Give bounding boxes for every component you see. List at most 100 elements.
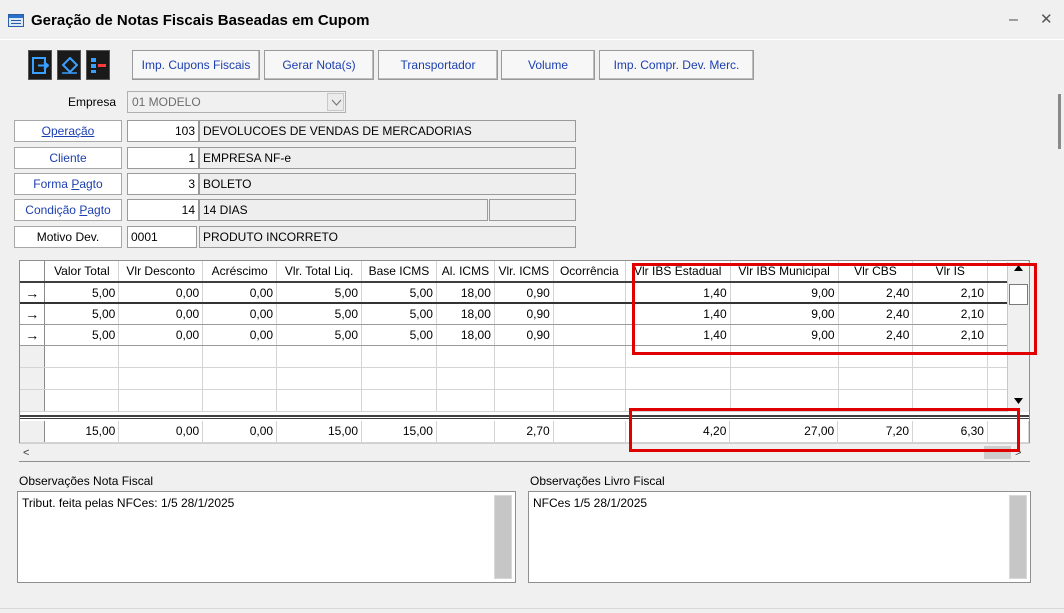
scroll-up-icon[interactable] bbox=[1014, 265, 1023, 271]
table-row[interactable]: → 5,00 0,00 0,00 5,00 5,00 18,00 0,90 1,… bbox=[20, 303, 1029, 325]
volume-button[interactable]: Volume bbox=[501, 50, 595, 80]
table-cell[interactable]: 1,40 bbox=[625, 324, 731, 346]
col-header-vlr-ibs-estadual[interactable]: Vlr IBS Estadual bbox=[625, 261, 731, 283]
col-header-al-icms[interactable]: Al. ICMS bbox=[436, 261, 495, 283]
items-grid[interactable]: Valor Total Vlr Desconto Acréscimo Vlr. … bbox=[19, 260, 1030, 462]
arrow-right-icon: → bbox=[25, 284, 40, 301]
table-cell[interactable]: 5,00 bbox=[44, 282, 120, 304]
total-vlr-ibs-municipal: 27,00 bbox=[729, 421, 839, 443]
scroll-thumb[interactable] bbox=[1009, 284, 1028, 305]
table-cell[interactable]: 5,00 bbox=[276, 282, 363, 304]
condicao-pagto-lookup-button[interactable]: Condição Pagto bbox=[14, 199, 122, 221]
table-cell[interactable]: 2,10 bbox=[912, 282, 989, 304]
table-cell[interactable]: 18,00 bbox=[436, 324, 495, 346]
table-cell[interactable]: 0,00 bbox=[202, 324, 278, 346]
operacao-lookup-button[interactable]: Operação bbox=[14, 120, 122, 142]
clear-button[interactable] bbox=[57, 50, 81, 80]
cliente-code-input[interactable]: 1 bbox=[127, 147, 199, 169]
scroll-down-icon[interactable] bbox=[1014, 398, 1023, 404]
table-row[interactable]: → 5,00 0,00 0,00 5,00 5,00 18,00 0,90 1,… bbox=[20, 282, 1029, 304]
total-valor-total: 15,00 bbox=[44, 421, 120, 443]
empresa-label: Empresa bbox=[68, 95, 117, 109]
table-cell[interactable]: 0,00 bbox=[118, 324, 204, 346]
grid-horizontal-scrollbar[interactable]: < > bbox=[19, 443, 1030, 461]
motivo-dev-label: Motivo Dev. bbox=[14, 226, 122, 248]
col-header-vlr-total-liq[interactable]: Vlr. Total Liq. bbox=[276, 261, 363, 283]
import-return-receipt-button[interactable]: Imp. Compr. Dev. Merc. bbox=[599, 50, 754, 80]
table-cell[interactable]: 5,00 bbox=[276, 303, 363, 325]
col-header-vlr-cbs[interactable]: Vlr CBS bbox=[838, 261, 914, 283]
table-cell[interactable] bbox=[553, 324, 626, 346]
table-cell[interactable]: 5,00 bbox=[361, 303, 437, 325]
close-button[interactable]: ✕ bbox=[1040, 10, 1053, 30]
grid-vertical-scrollbar[interactable] bbox=[1007, 262, 1029, 412]
condicao-pagto-extra bbox=[489, 199, 576, 221]
carrier-button[interactable]: Transportador bbox=[378, 50, 498, 80]
empty-row bbox=[20, 345, 1029, 368]
table-cell[interactable]: 18,00 bbox=[436, 282, 495, 304]
total-vlr-icms: 2,70 bbox=[494, 421, 554, 443]
col-header-valor-total[interactable]: Valor Total bbox=[44, 261, 120, 283]
options-button[interactable] bbox=[86, 50, 110, 80]
table-cell[interactable]: 0,00 bbox=[118, 303, 204, 325]
window-title: Geração de Notas Fiscais Baseadas em Cup… bbox=[31, 12, 370, 29]
table-cell[interactable]: 2,10 bbox=[912, 324, 989, 346]
table-cell[interactable]: 18,00 bbox=[436, 303, 495, 325]
table-cell[interactable]: 2,40 bbox=[838, 324, 914, 346]
table-cell[interactable]: 5,00 bbox=[276, 324, 363, 346]
table-cell[interactable]: 2,40 bbox=[838, 282, 914, 304]
forma-pagto-code-input[interactable]: 3 bbox=[127, 173, 199, 195]
table-cell[interactable] bbox=[553, 282, 626, 304]
table-cell[interactable]: 0,00 bbox=[202, 282, 278, 304]
table-cell[interactable]: 9,00 bbox=[730, 303, 839, 325]
col-header-vlr-ibs-municipal[interactable]: Vlr IBS Municipal bbox=[730, 261, 839, 283]
empresa-select[interactable]: 01 MODELO bbox=[127, 91, 346, 113]
operacao-code-input[interactable]: 103 bbox=[127, 120, 199, 142]
table-cell[interactable]: 1,40 bbox=[625, 303, 731, 325]
col-header-vlr-is[interactable]: Vlr IS bbox=[912, 261, 989, 283]
scroll-left-icon[interactable]: < bbox=[23, 447, 29, 459]
table-cell[interactable]: 9,00 bbox=[730, 282, 839, 304]
table-cell[interactable]: 5,00 bbox=[44, 303, 120, 325]
motivo-dev-code-input[interactable]: 0001 bbox=[127, 226, 197, 248]
obs-nota-fiscal-textarea[interactable]: Tribut. feita pelas NFCes: 1/5 28/1/2025 bbox=[17, 491, 516, 583]
col-header-acrescimo[interactable]: Acréscimo bbox=[202, 261, 278, 283]
col-header-vlr-icms[interactable]: Vlr. ICMS bbox=[494, 261, 554, 283]
totals-row: 15,00 0,00 0,00 15,00 15,00 2,70 4,20 27… bbox=[20, 421, 1029, 443]
obs-livro-fiscal-scrollbar[interactable] bbox=[1009, 495, 1027, 579]
table-cell[interactable]: 0,90 bbox=[494, 282, 554, 304]
table-cell[interactable]: 0,00 bbox=[118, 282, 204, 304]
list-icon bbox=[91, 58, 106, 73]
table-cell[interactable]: 2,40 bbox=[838, 303, 914, 325]
window-scroll-thumb[interactable] bbox=[1058, 94, 1061, 149]
table-cell[interactable]: 5,00 bbox=[44, 324, 120, 346]
table-row[interactable]: → 5,00 0,00 0,00 5,00 5,00 18,00 0,90 1,… bbox=[20, 324, 1029, 346]
obs-nota-fiscal-scrollbar[interactable] bbox=[494, 495, 512, 579]
total-acrescimo: 0,00 bbox=[202, 421, 278, 443]
table-cell[interactable]: 9,00 bbox=[730, 324, 839, 346]
obs-livro-fiscal-textarea[interactable]: NFCes 1/5 28/1/2025 bbox=[528, 491, 1031, 583]
cliente-lookup-button[interactable]: Cliente bbox=[14, 147, 122, 169]
forma-pagto-lookup-button[interactable]: Forma Pagto bbox=[14, 173, 122, 195]
col-header-base-icms[interactable]: Base ICMS bbox=[361, 261, 437, 283]
col-header-vlr-desconto[interactable]: Vlr Desconto bbox=[118, 261, 204, 283]
window-vertical-scrollbar[interactable] bbox=[1054, 46, 1064, 613]
table-cell[interactable]: 5,00 bbox=[361, 282, 437, 304]
condicao-pagto-code-input[interactable]: 14 bbox=[127, 199, 199, 221]
scroll-right-icon[interactable]: > bbox=[1015, 447, 1021, 459]
obs-nota-fiscal-text: Tribut. feita pelas NFCes: 1/5 28/1/2025 bbox=[22, 496, 235, 510]
generate-invoices-button[interactable]: Gerar Nota(s) bbox=[264, 50, 374, 80]
minimize-button[interactable]: – bbox=[1009, 10, 1018, 30]
table-cell[interactable]: 0,90 bbox=[494, 303, 554, 325]
table-cell[interactable]: 0,00 bbox=[202, 303, 278, 325]
empresa-dropdown-button[interactable] bbox=[327, 93, 344, 111]
table-cell[interactable] bbox=[553, 303, 626, 325]
table-cell[interactable]: 0,90 bbox=[494, 324, 554, 346]
exit-button[interactable] bbox=[28, 50, 52, 80]
col-header-ocorrencia[interactable]: Ocorrência bbox=[553, 261, 626, 283]
import-fiscal-receipts-button[interactable]: Imp. Cupons Fiscais bbox=[132, 50, 260, 80]
table-cell[interactable]: 5,00 bbox=[361, 324, 437, 346]
horizontal-scroll-thumb[interactable] bbox=[984, 446, 1011, 459]
table-cell[interactable]: 2,10 bbox=[912, 303, 989, 325]
table-cell[interactable]: 1,40 bbox=[625, 282, 731, 304]
